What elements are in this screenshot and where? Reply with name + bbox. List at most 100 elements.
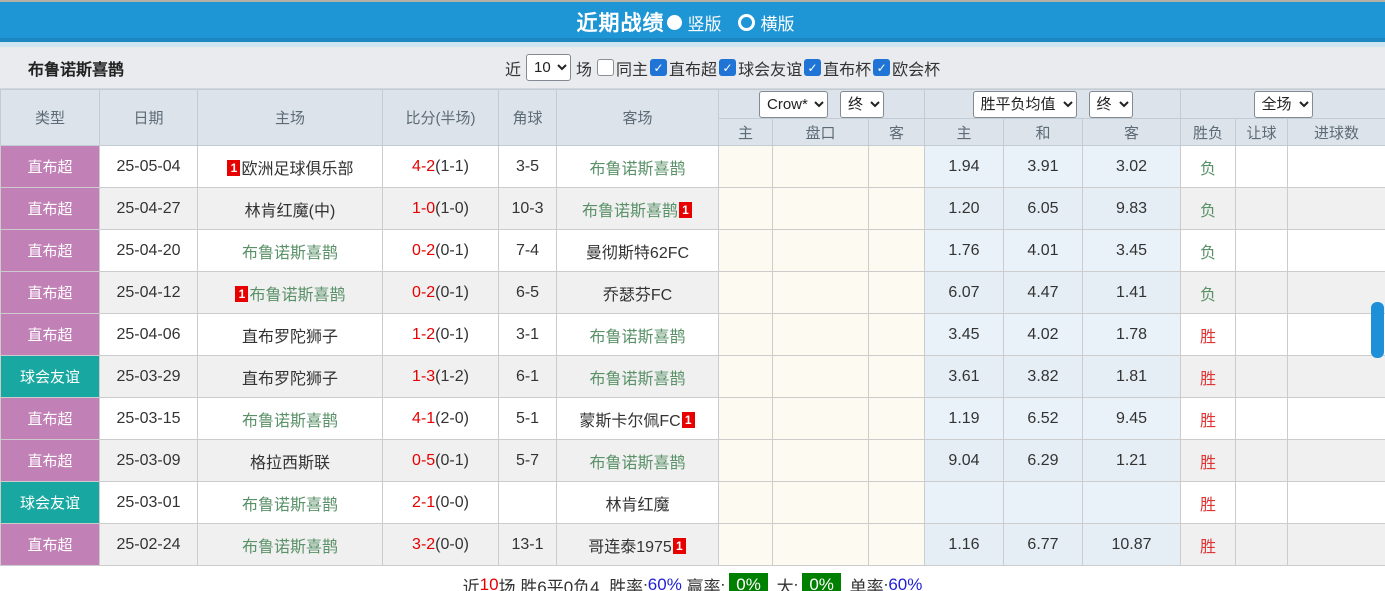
handicap-home-cell <box>719 356 773 398</box>
halftime-score: (2-0) <box>435 410 469 427</box>
odds-time-select[interactable]: 终 <box>1089 91 1133 118</box>
match-count-select[interactable]: 10 <box>526 54 571 81</box>
handicap-home-cell <box>719 482 773 524</box>
checkbox-label[interactable]: 同主 <box>616 56 648 80</box>
odds-average-select[interactable]: 胜平负均值 <box>973 91 1077 118</box>
result-cell: 胜 <box>1181 440 1236 482</box>
odds-away-cell: 1.81 <box>1083 356 1181 398</box>
team-label: 布鲁诺斯喜鹊 <box>249 287 345 304</box>
red-card-badge: 1 <box>673 538 686 554</box>
summary-segment: 60% <box>648 575 682 591</box>
handicap-result-cell <box>1236 482 1288 524</box>
result-cell: 胜 <box>1181 398 1236 440</box>
checkbox-label[interactable]: 球会友谊 <box>738 56 802 80</box>
match-date: 25-03-15 <box>100 398 198 440</box>
match-row: 球会友谊25-03-01布鲁诺斯喜鹊2-1(0-0)林肯红魔胜 <box>1 482 1385 524</box>
goals-count-cell <box>1288 356 1385 398</box>
match-date: 25-05-04 <box>100 146 198 188</box>
team-label: 布鲁诺斯喜鹊 <box>242 245 338 262</box>
score-cell: 0-2(0-1) <box>383 230 499 272</box>
checked-checkbox[interactable]: ✓ <box>804 59 821 76</box>
halftime-score: (0-1) <box>435 284 469 301</box>
vertical-layout-label[interactable]: 竖版 <box>688 10 722 35</box>
odds-draw-cell: 3.91 <box>1004 146 1083 188</box>
odds-home-cell: 1.19 <box>925 398 1004 440</box>
summary-segment: 60% <box>888 575 922 591</box>
result-cell: 胜 <box>1181 356 1236 398</box>
horizontal-layout-label[interactable]: 横版 <box>761 10 795 35</box>
match-date: 25-04-27 <box>100 188 198 230</box>
col-date: 日期 <box>100 90 198 146</box>
goals-count-cell <box>1288 440 1385 482</box>
away-team: 曼彻斯特62FC <box>557 230 719 272</box>
handicap-line-cell <box>773 146 869 188</box>
team-label: 布鲁诺斯喜鹊 <box>582 203 678 220</box>
handicap-away-cell <box>869 272 925 314</box>
score-cell: 2-1(0-0) <box>383 482 499 524</box>
handicap-line-cell <box>773 188 869 230</box>
odds-home-cell: 1.16 <box>925 524 1004 566</box>
red-card-badge: 1 <box>227 160 240 176</box>
competition-filters: 同主✓直布超✓球会友谊✓直布杯✓欧会杯 <box>597 56 940 80</box>
corner-cell: 5-7 <box>499 440 557 482</box>
checkbox-label[interactable]: 直布超 <box>669 56 717 80</box>
odds-home-cell: 9.04 <box>925 440 1004 482</box>
bookmaker-select[interactable]: Crow* <box>759 91 828 118</box>
odds-draw-cell: 6.05 <box>1004 188 1083 230</box>
corner-cell: 7-4 <box>499 230 557 272</box>
checked-checkbox[interactable]: ✓ <box>650 59 667 76</box>
away-team: 布鲁诺斯喜鹊1 <box>557 188 719 230</box>
match-row: 直布超25-02-24布鲁诺斯喜鹊3-2(0-0)13-1哥连泰197511.1… <box>1 524 1385 566</box>
score-cell: 1-3(1-2) <box>383 356 499 398</box>
result-cell: 负 <box>1181 146 1236 188</box>
checkbox-label[interactable]: 欧会杯 <box>892 56 940 80</box>
team-label: 蒙斯卡尔佩FC <box>579 413 680 430</box>
match-type: 球会友谊 <box>1 482 100 524</box>
odds-draw-cell <box>1004 482 1083 524</box>
handicap-line-cell <box>773 398 869 440</box>
match-date: 25-04-20 <box>100 230 198 272</box>
halftime-score: (0-1) <box>435 242 469 259</box>
panel-title: 近期战绩 <box>577 7 665 37</box>
col-away: 客场 <box>557 90 719 146</box>
match-row: 直布超25-03-15布鲁诺斯喜鹊4-1(2-0)5-1蒙斯卡尔佩FC11.19… <box>1 398 1385 440</box>
vertical-layout-radio[interactable] <box>667 15 682 30</box>
team-label: 格拉西斯联 <box>250 455 330 472</box>
score-cell: 3-2(0-0) <box>383 524 499 566</box>
handicap-home-cell <box>719 146 773 188</box>
home-team: 布鲁诺斯喜鹊 <box>198 524 383 566</box>
unchecked-checkbox[interactable] <box>597 59 614 76</box>
checked-checkbox[interactable]: ✓ <box>873 59 890 76</box>
corner-cell: 3-1 <box>499 314 557 356</box>
period-select[interactable]: 全场 <box>1254 91 1313 118</box>
team-label: 直布罗陀狮子 <box>242 329 338 346</box>
scroll-handle[interactable] <box>1371 302 1384 358</box>
match-type: 直布超 <box>1 272 100 314</box>
handicap-away-cell <box>869 356 925 398</box>
checkbox-label[interactable]: 直布杯 <box>823 56 871 80</box>
odds-away-cell: 10.87 <box>1083 524 1181 566</box>
team-label: 布鲁诺斯喜鹊 <box>242 413 338 430</box>
bookmaker-time-select[interactable]: 终 <box>840 91 884 118</box>
handicap-home-cell <box>719 524 773 566</box>
match-type: 直布超 <box>1 524 100 566</box>
fulltime-score: 0-5 <box>412 452 435 469</box>
horizontal-layout-radio[interactable] <box>738 14 755 31</box>
checked-checkbox[interactable]: ✓ <box>719 59 736 76</box>
col-corner: 角球 <box>499 90 557 146</box>
handicap-home-cell <box>719 188 773 230</box>
handicap-result-cell <box>1236 146 1288 188</box>
handicap-home-cell <box>719 314 773 356</box>
halftime-score: (0-0) <box>435 494 469 511</box>
team-label: 布鲁诺斯喜鹊 <box>242 497 338 514</box>
odds-away-cell <box>1083 482 1181 524</box>
away-team: 蒙斯卡尔佩FC1 <box>557 398 719 440</box>
match-row: 直布超25-04-06直布罗陀狮子1-2(0-1)3-1布鲁诺斯喜鹊3.454.… <box>1 314 1385 356</box>
odds-home-cell: 1.94 <box>925 146 1004 188</box>
home-team: 林肯红魔(中) <box>198 188 383 230</box>
team-label: 布鲁诺斯喜鹊 <box>589 455 685 472</box>
halftime-score: (1-2) <box>435 368 469 385</box>
handicap-result-cell <box>1236 356 1288 398</box>
fulltime-score: 0-2 <box>412 242 435 259</box>
handicap-result-cell <box>1236 314 1288 356</box>
